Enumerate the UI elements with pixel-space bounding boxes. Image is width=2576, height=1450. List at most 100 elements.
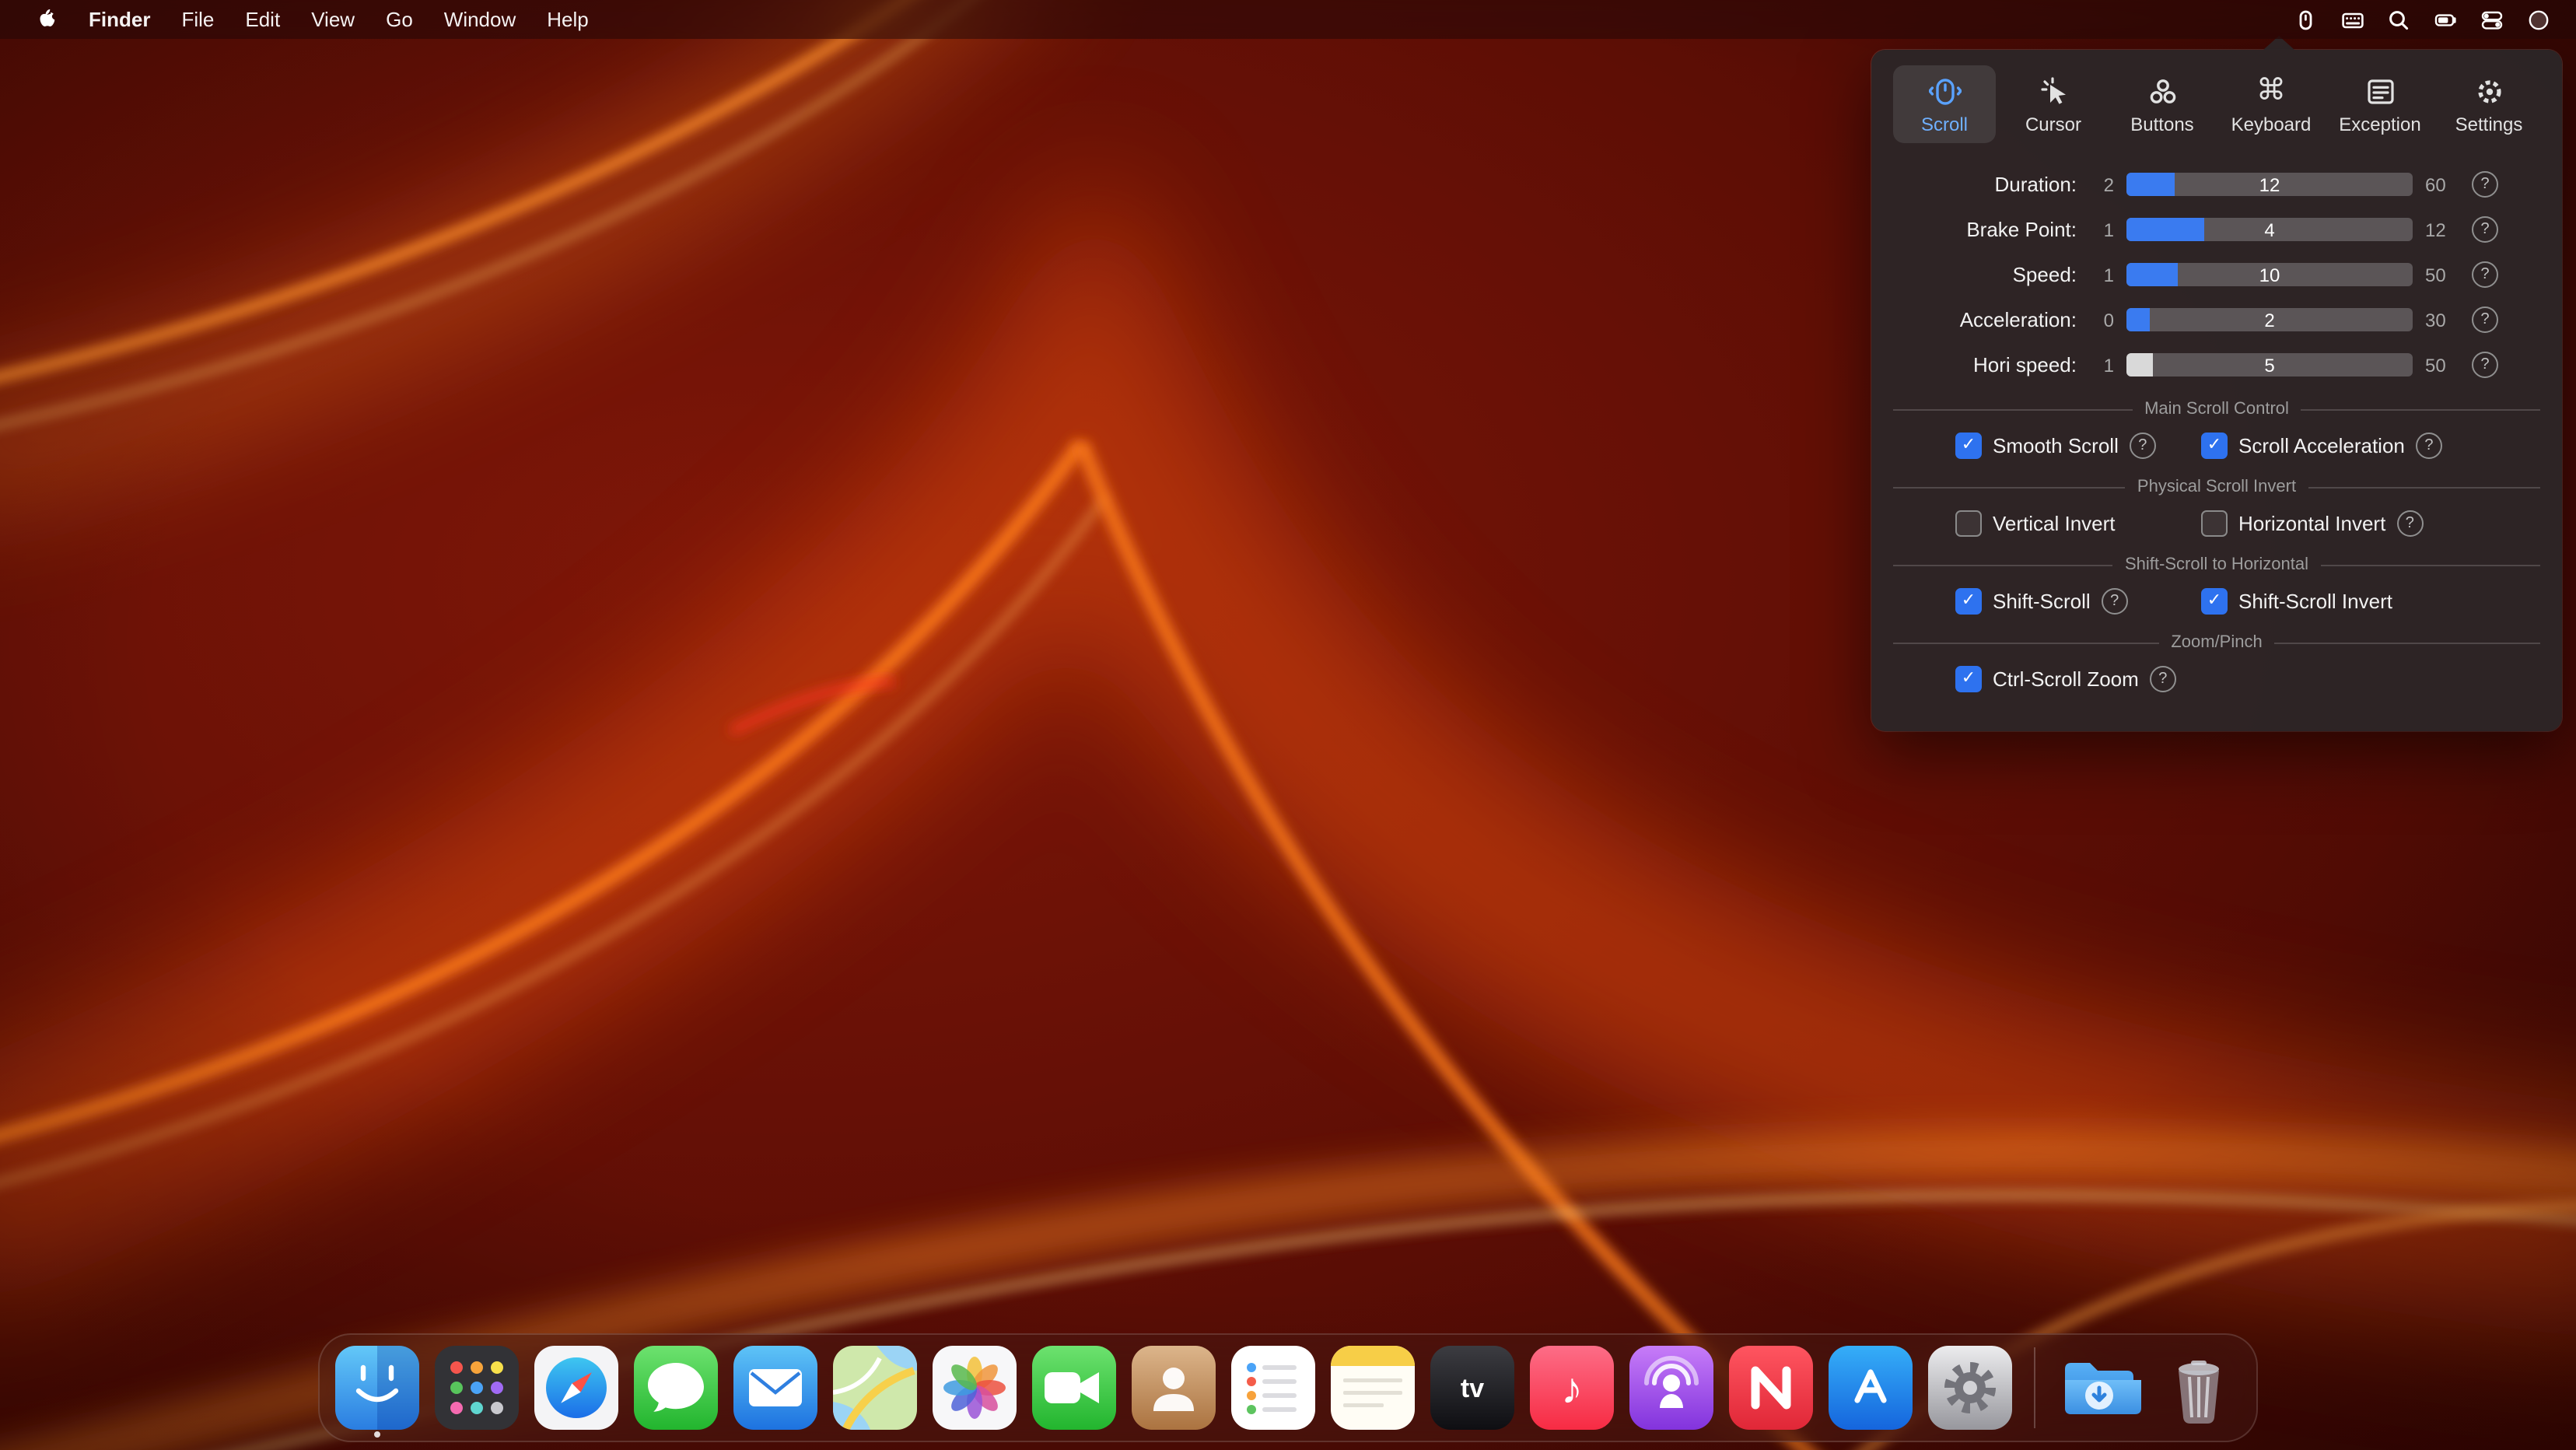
- svg-text:♪: ♪: [1561, 1364, 1583, 1413]
- help-icon[interactable]: ?: [2472, 306, 2498, 333]
- active-app-menu[interactable]: Finder: [73, 0, 166, 39]
- dock-app-store[interactable]: [1829, 1346, 1913, 1430]
- mos-mouse-icon[interactable]: [2287, 0, 2324, 39]
- help-icon[interactable]: ?: [2416, 433, 2442, 459]
- dock-finder[interactable]: [335, 1346, 419, 1430]
- slider-row-hori-speed: Hori speed: 1 5 50 ?: [1893, 348, 2540, 381]
- dock-mail[interactable]: [733, 1346, 817, 1430]
- dock-news[interactable]: [1729, 1346, 1813, 1430]
- checkbox-row: Shift-Scroll ? Shift-Scroll Invert: [1893, 588, 2540, 615]
- help-icon[interactable]: ?: [2150, 666, 2176, 692]
- help-icon[interactable]: ?: [2472, 261, 2498, 288]
- exception-tab-icon: [2364, 75, 2396, 109]
- slider-max: 30: [2425, 309, 2459, 331]
- ctrl-scroll-zoom-checkbox[interactable]: [1955, 666, 1982, 692]
- brake-point-slider[interactable]: 4: [2126, 218, 2413, 241]
- slider-label: Speed:: [1893, 263, 2077, 286]
- dock-downloads-folder[interactable]: [2057, 1346, 2141, 1430]
- slider-row-duration: Duration: 2 12 60 ?: [1893, 168, 2540, 201]
- hori-speed-slider[interactable]: 5: [2126, 353, 2413, 377]
- dock-podcasts[interactable]: [1629, 1346, 1713, 1430]
- acceleration-slider[interactable]: 2: [2126, 308, 2413, 331]
- menu-go[interactable]: Go: [370, 0, 429, 39]
- tab-exception[interactable]: Exception: [2329, 65, 2431, 143]
- control-center-icon[interactable]: [2473, 0, 2511, 39]
- help-icon[interactable]: ?: [2130, 433, 2156, 459]
- dock-photos[interactable]: [933, 1346, 1017, 1430]
- slider-value: 10: [2126, 263, 2413, 286]
- spotlight-icon[interactable]: [2380, 0, 2417, 39]
- dock-reminders[interactable]: [1231, 1346, 1315, 1430]
- dock-facetime[interactable]: [1032, 1346, 1116, 1430]
- dock-maps[interactable]: [833, 1346, 917, 1430]
- dock-divider: [2034, 1347, 2035, 1428]
- help-icon[interactable]: ?: [2472, 352, 2498, 378]
- help-icon[interactable]: ?: [2102, 588, 2128, 615]
- finder-running-indicator: [374, 1431, 380, 1438]
- section-divider: Main Scroll Control: [1893, 400, 2540, 419]
- apple-logo-icon: [34, 6, 58, 33]
- tab-cursor[interactable]: Cursor: [2002, 65, 2105, 143]
- mos-preferences-popover: Scroll Cursor Buttons: [1871, 50, 2562, 731]
- slider-label: Hori speed:: [1893, 353, 2077, 377]
- dock-tv[interactable]: tv: [1430, 1346, 1514, 1430]
- menu-window[interactable]: Window: [429, 0, 532, 39]
- menu-view[interactable]: View: [296, 0, 370, 39]
- shift-scroll-invert-checkbox[interactable]: [2201, 588, 2228, 615]
- tab-label: Scroll: [1921, 114, 1968, 135]
- slider-value: 2: [2126, 308, 2413, 331]
- checkbox-row: Vertical Invert Horizontal Invert ?: [1893, 510, 2540, 537]
- tab-scroll[interactable]: Scroll: [1893, 65, 1996, 143]
- slider-max: 12: [2425, 219, 2459, 240]
- slider-value: 12: [2126, 173, 2413, 196]
- slider-min: 1: [2089, 354, 2114, 376]
- tab-buttons[interactable]: Buttons: [2111, 65, 2214, 143]
- apple-menu[interactable]: [19, 6, 73, 33]
- vertical-invert-checkbox[interactable]: [1955, 510, 1982, 537]
- tab-keyboard[interactable]: ⌘ Keyboard: [2220, 65, 2322, 143]
- slider-max: 60: [2425, 173, 2459, 195]
- siri-icon[interactable]: [2520, 0, 2557, 39]
- slider-max: 50: [2425, 354, 2459, 376]
- keyboard-icon[interactable]: [2333, 0, 2371, 39]
- desktop: Finder File Edit View Go Window Help: [0, 0, 2576, 1450]
- slider-row-brake-point: Brake Point: 1 4 12 ?: [1893, 213, 2540, 246]
- dock-music[interactable]: ♪: [1530, 1346, 1614, 1430]
- battery-icon[interactable]: [2427, 0, 2464, 39]
- dock-contacts[interactable]: [1132, 1346, 1216, 1430]
- help-icon[interactable]: ?: [2396, 510, 2423, 537]
- tab-settings[interactable]: Settings: [2438, 65, 2540, 143]
- gear-icon: [2473, 75, 2505, 109]
- tab-label: Buttons: [2130, 114, 2193, 135]
- help-icon[interactable]: ?: [2472, 216, 2498, 243]
- slider-min: 1: [2089, 264, 2114, 285]
- slider-value: 4: [2126, 218, 2413, 241]
- speed-slider[interactable]: 10: [2126, 263, 2413, 286]
- horizontal-invert-checkbox[interactable]: [2201, 510, 2228, 537]
- dock-system-settings[interactable]: [1928, 1346, 2012, 1430]
- dock-notes[interactable]: [1331, 1346, 1415, 1430]
- menu-help[interactable]: Help: [531, 0, 604, 39]
- tab-label: Keyboard: [2231, 114, 2312, 135]
- dock: tv ♪: [318, 1333, 2258, 1442]
- checkbox-label: Horizontal Invert: [2238, 512, 2385, 535]
- checkbox-label: Smooth Scroll: [1993, 434, 2119, 457]
- cursor-tab-icon: [2037, 75, 2070, 109]
- help-icon[interactable]: ?: [2472, 171, 2498, 198]
- dock-launchpad[interactable]: [435, 1346, 519, 1430]
- smooth-scroll-checkbox[interactable]: [1955, 433, 1982, 459]
- checkbox-label: Scroll Acceleration: [2238, 434, 2405, 457]
- shift-scroll-checkbox[interactable]: [1955, 588, 1982, 615]
- scroll-acceleration-checkbox[interactable]: [2201, 433, 2228, 459]
- section-title: Physical Scroll Invert: [2137, 478, 2296, 496]
- dock-trash[interactable]: [2157, 1346, 2241, 1430]
- checkbox-label: Ctrl-Scroll Zoom: [1993, 667, 2139, 691]
- section-divider: Shift-Scroll to Horizontal: [1893, 555, 2540, 574]
- section-title: Main Scroll Control: [2144, 400, 2289, 419]
- dock-safari[interactable]: [534, 1346, 618, 1430]
- menu-edit[interactable]: Edit: [229, 0, 296, 39]
- slider-min: 1: [2089, 219, 2114, 240]
- menu-file[interactable]: File: [166, 0, 229, 39]
- duration-slider[interactable]: 12: [2126, 173, 2413, 196]
- dock-messages[interactable]: [634, 1346, 718, 1430]
